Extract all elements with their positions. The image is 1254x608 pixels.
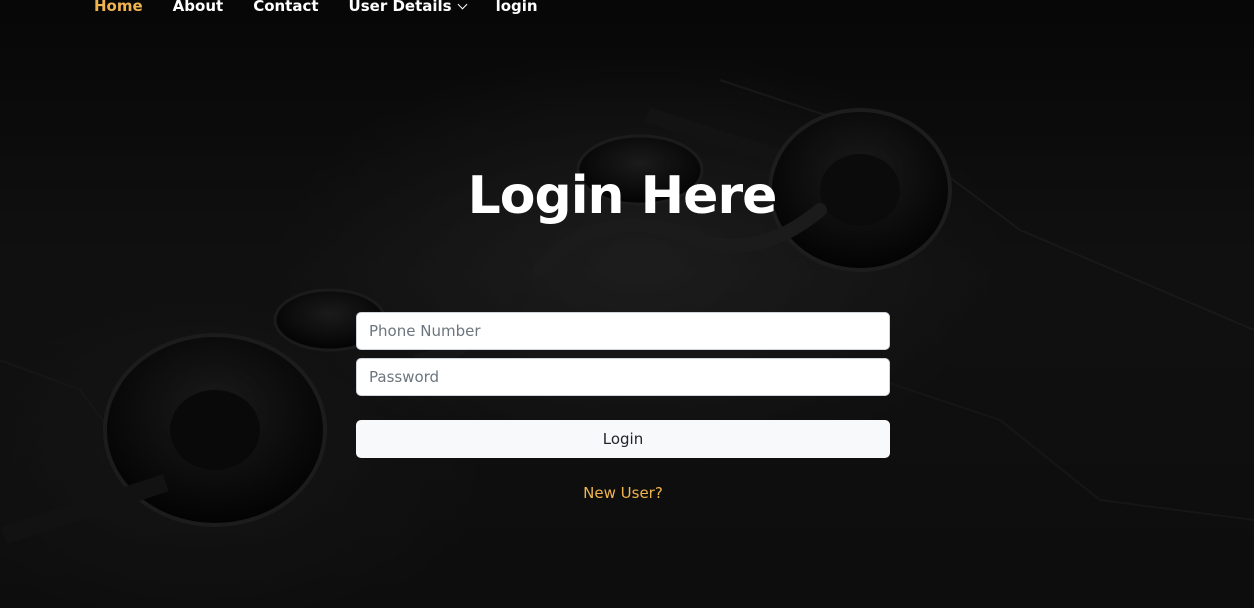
phone-number-input[interactable] — [356, 312, 890, 350]
nav-contact[interactable]: Contact — [253, 0, 318, 14]
nav-login[interactable]: login — [496, 0, 538, 14]
nav-user-details-label: User Details — [348, 0, 452, 15]
nav-home[interactable]: Home — [94, 0, 143, 14]
login-page: Home About Contact User Details login Lo… — [0, 0, 1254, 608]
nav-user-details[interactable]: User Details — [348, 0, 468, 15]
chevron-down-icon — [457, 0, 468, 9]
top-nav: Home About Contact User Details login — [94, 0, 568, 20]
page-title: Login Here — [467, 166, 778, 226]
password-input[interactable] — [356, 358, 890, 396]
new-user-link[interactable]: New User? — [356, 484, 890, 502]
nav-about[interactable]: About — [173, 0, 224, 14]
background-overlay — [0, 0, 1254, 608]
login-button[interactable]: Login — [356, 420, 890, 458]
